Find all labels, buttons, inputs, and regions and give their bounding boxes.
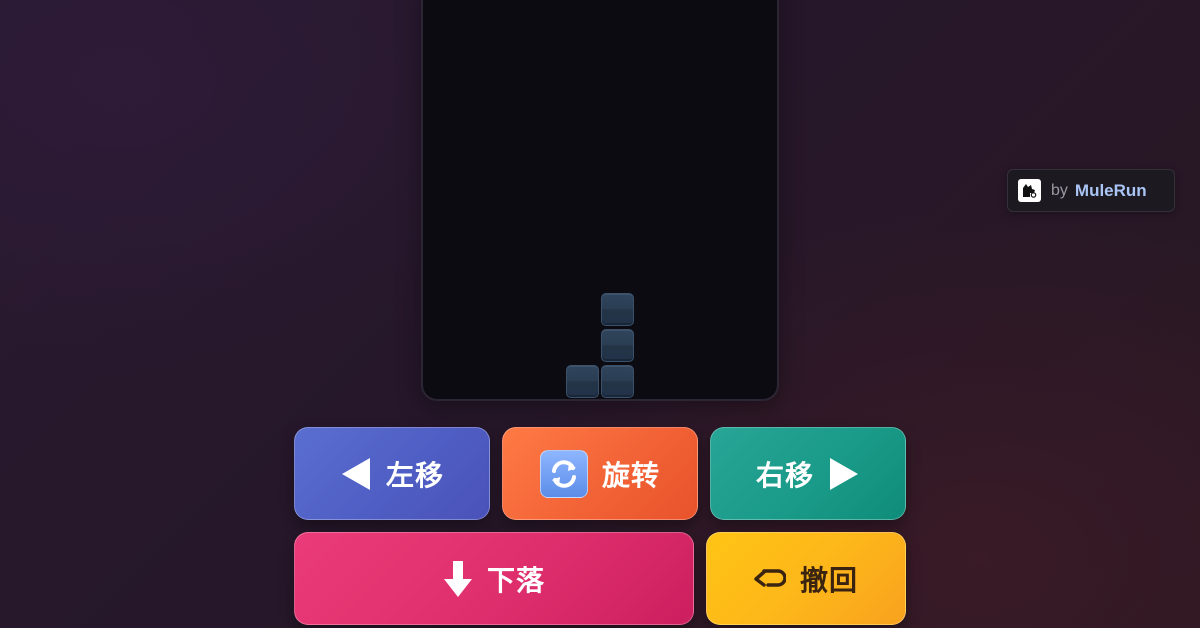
undo-label: 撤回 — [799, 563, 858, 597]
triangle-right-icon — [828, 457, 860, 491]
mulerun-logo-icon — [1018, 179, 1041, 202]
arrow-down-icon — [443, 560, 473, 598]
piece-block — [601, 365, 634, 398]
mulerun-badge[interactable]: by MuleRun — [1007, 169, 1175, 212]
undo-button[interactable]: 撤回 — [706, 532, 906, 625]
piece-block — [601, 329, 634, 362]
rotate-arrows-icon — [539, 449, 588, 498]
piece-block — [566, 365, 599, 398]
move-right-label: 右移 — [755, 458, 814, 492]
badge-brand-name[interactable]: MuleRun — [1075, 181, 1147, 201]
drop-label: 下落 — [486, 563, 545, 597]
undo-arrow-icon — [754, 566, 786, 592]
badge-by-text: by — [1051, 181, 1068, 199]
rotate-button[interactable]: 旋转 — [502, 427, 698, 520]
piece-block — [601, 293, 634, 326]
triangle-left-icon — [340, 457, 372, 491]
rotate-label: 旋转 — [601, 458, 660, 492]
move-right-button[interactable]: 右移 — [710, 427, 906, 520]
drop-button[interactable]: 下落 — [294, 532, 694, 625]
game-board — [421, 0, 779, 401]
move-left-label: 左移 — [385, 458, 444, 492]
move-left-button[interactable]: 左移 — [294, 427, 490, 520]
